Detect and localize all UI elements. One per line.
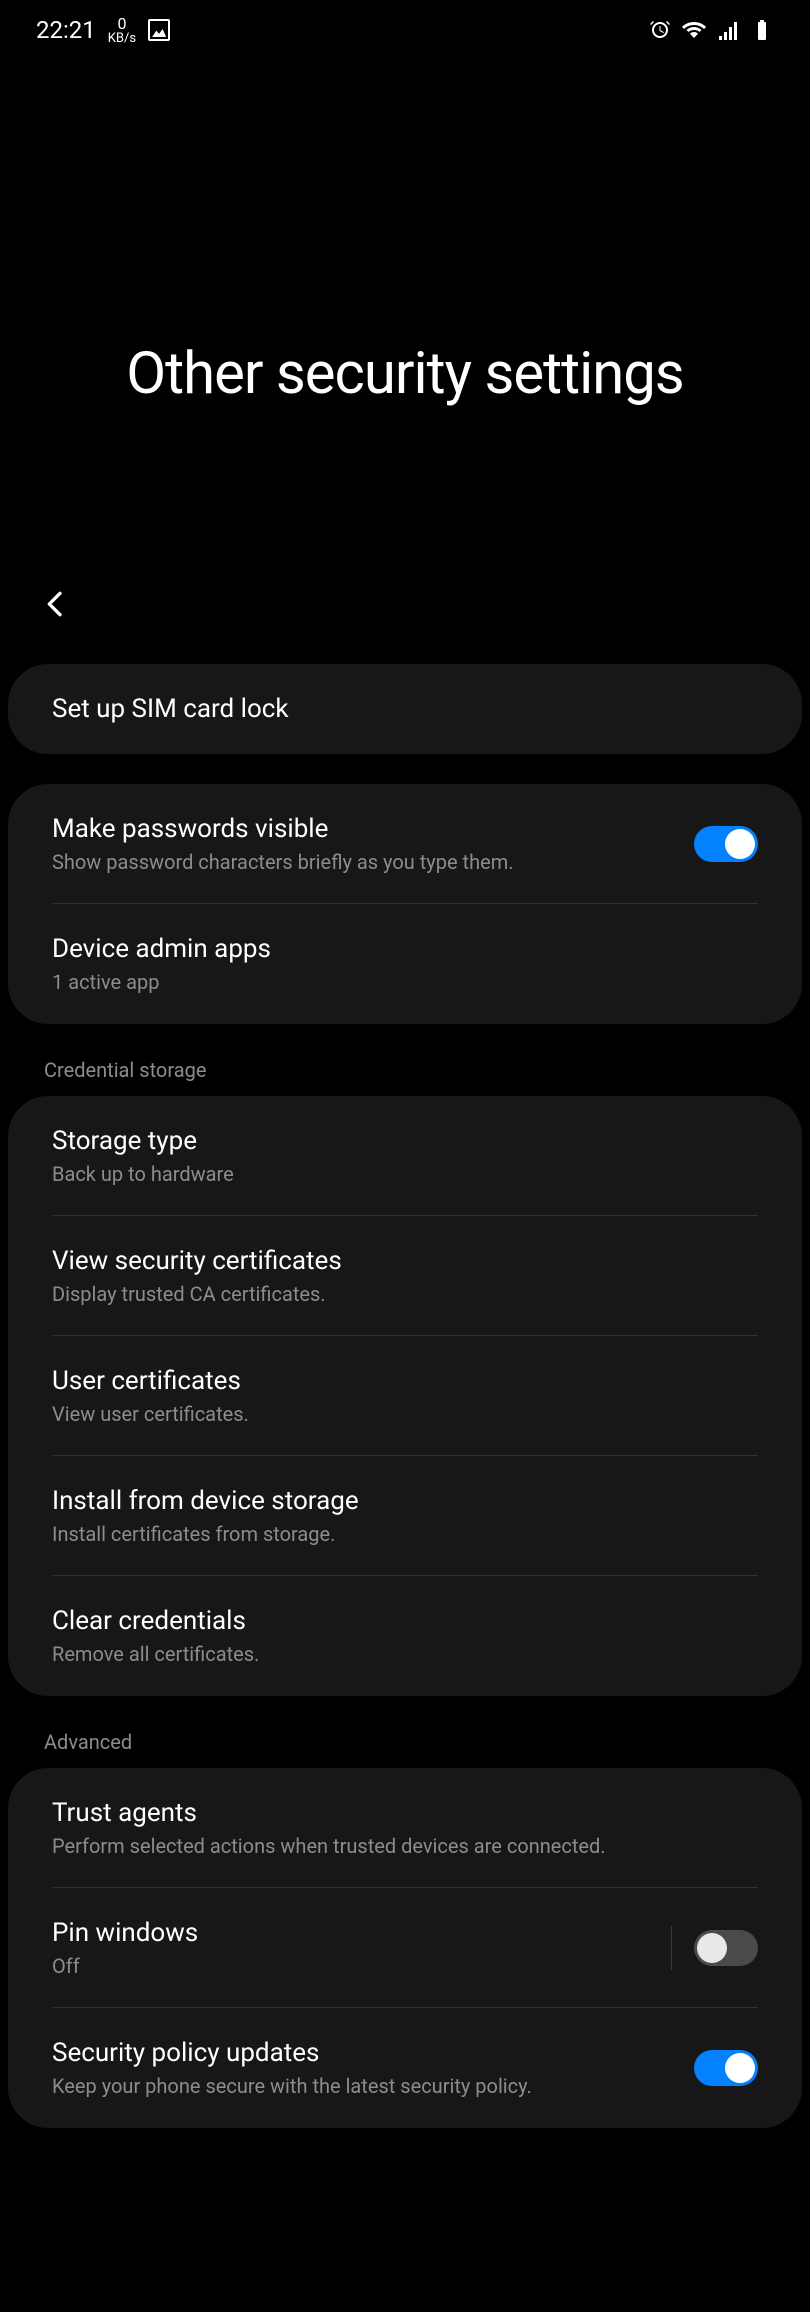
item-title: Set up SIM card lock — [52, 694, 758, 724]
device-admin-apps-item[interactable]: Device admin apps 1 active app — [8, 904, 802, 1024]
item-title: View security certificates — [52, 1246, 758, 1276]
make-passwords-visible-item[interactable]: Make passwords visible Show password cha… — [8, 784, 802, 904]
item-subtitle: Keep your phone secure with the latest s… — [52, 2074, 694, 2098]
item-title: Storage type — [52, 1126, 758, 1156]
storage-type-item[interactable]: Storage type Back up to hardware — [8, 1096, 802, 1216]
status-time: 22:21 — [36, 16, 96, 44]
status-left: 22:21 0 KB/s — [36, 16, 170, 45]
pin-windows-item[interactable]: Pin windows Off — [8, 1888, 802, 2008]
passwords-admin-card: Make passwords visible Show password cha… — [8, 784, 802, 1024]
sim-lock-card: Set up SIM card lock — [8, 664, 802, 754]
item-subtitle: Perform selected actions when trusted de… — [52, 1834, 758, 1858]
clear-credentials-item[interactable]: Clear credentials Remove all certificate… — [8, 1576, 802, 1696]
item-title: Security policy updates — [52, 2038, 694, 2068]
status-bar: 22:21 0 KB/s — [0, 0, 810, 60]
page-header: Other security settings — [0, 60, 810, 408]
back-icon — [40, 588, 72, 620]
item-subtitle: Back up to hardware — [52, 1162, 758, 1186]
user-certificates-item[interactable]: User certificates View user certificates… — [8, 1336, 802, 1456]
item-subtitle: View user certificates. — [52, 1402, 758, 1426]
divider — [671, 1926, 672, 1970]
credential-storage-header: Credential storage — [0, 1054, 810, 1096]
wifi-icon — [682, 18, 706, 42]
item-title: Trust agents — [52, 1798, 758, 1828]
item-title: Device admin apps — [52, 934, 758, 964]
item-subtitle: Display trusted CA certificates. — [52, 1282, 758, 1306]
item-subtitle: 1 active app — [52, 970, 758, 994]
status-right — [648, 18, 774, 42]
pin-windows-toggle[interactable] — [694, 1930, 758, 1966]
item-title: Clear credentials — [52, 1606, 758, 1636]
item-subtitle: Show password characters briefly as you … — [52, 850, 694, 874]
picture-icon — [148, 19, 170, 41]
alarm-icon — [648, 18, 672, 42]
page-title: Other security settings — [40, 340, 770, 408]
back-button[interactable] — [0, 408, 810, 664]
item-subtitle: Remove all certificates. — [52, 1642, 758, 1666]
trust-agents-item[interactable]: Trust agents Perform selected actions wh… — [8, 1768, 802, 1888]
security-policy-updates-item[interactable]: Security policy updates Keep your phone … — [8, 2008, 802, 2128]
advanced-card: Trust agents Perform selected actions wh… — [8, 1768, 802, 2128]
security-policy-toggle[interactable] — [694, 2050, 758, 2086]
signal-icon — [716, 18, 740, 42]
network-speed: 0 KB/s — [108, 16, 136, 45]
credential-storage-card: Storage type Back up to hardware View se… — [8, 1096, 802, 1696]
item-subtitle: Off — [52, 1954, 671, 1978]
view-security-certificates-item[interactable]: View security certificates Display trust… — [8, 1216, 802, 1336]
passwords-visible-toggle[interactable] — [694, 826, 758, 862]
item-title: Pin windows — [52, 1918, 671, 1948]
install-from-storage-item[interactable]: Install from device storage Install cert… — [8, 1456, 802, 1576]
item-title: User certificates — [52, 1366, 758, 1396]
advanced-header: Advanced — [0, 1726, 810, 1768]
battery-icon — [750, 18, 774, 42]
sim-card-lock-item[interactable]: Set up SIM card lock — [8, 664, 802, 754]
item-title: Install from device storage — [52, 1486, 758, 1516]
item-title: Make passwords visible — [52, 814, 694, 844]
item-subtitle: Install certificates from storage. — [52, 1522, 758, 1546]
